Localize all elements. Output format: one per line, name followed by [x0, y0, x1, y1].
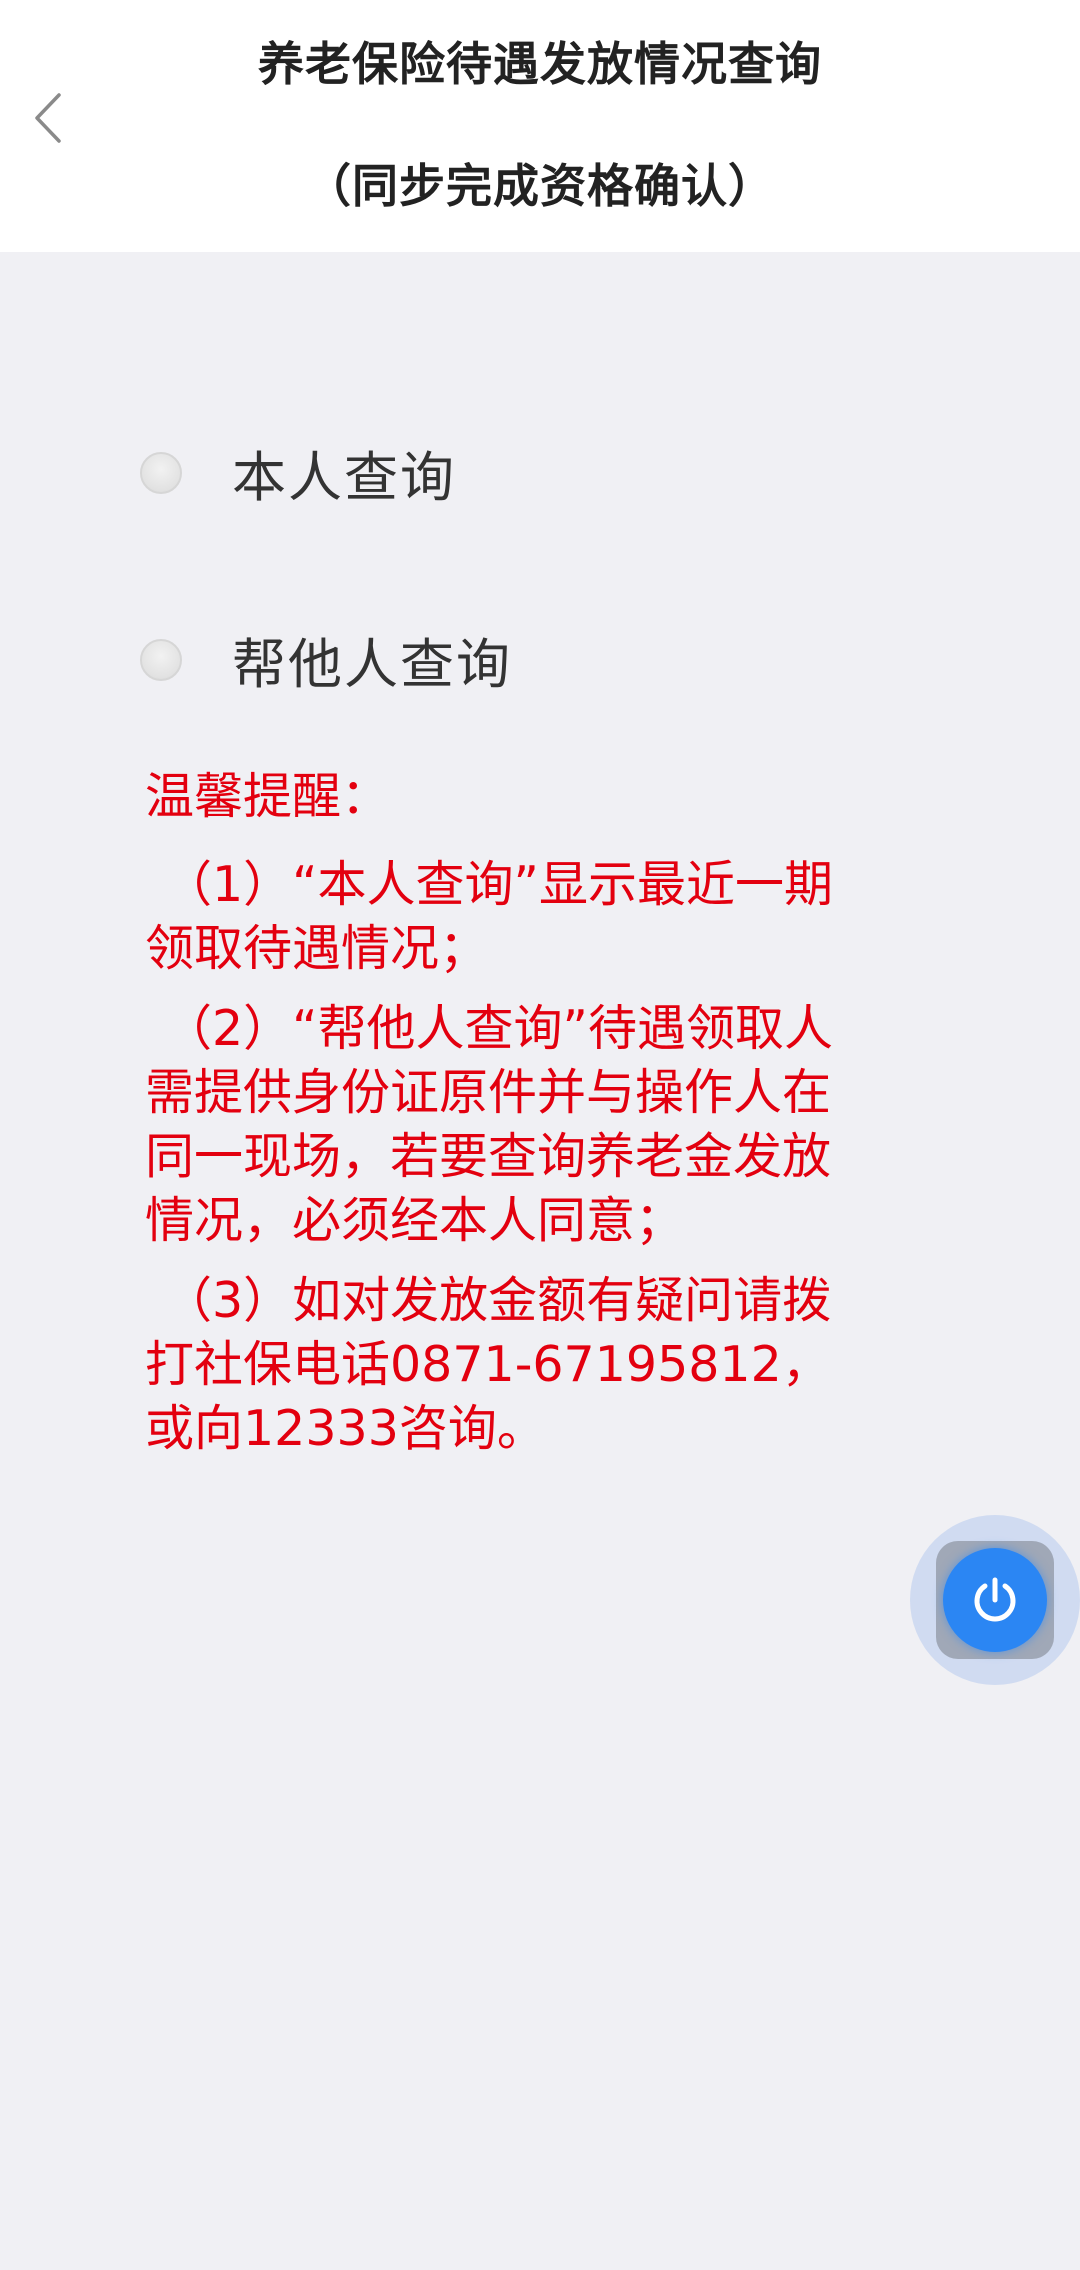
page-subtitle: （同步完成资格确认） [305, 159, 775, 213]
tip-item: （1）“本人查询”显示最近一期领取待遇情况； [145, 856, 833, 977]
power-icon [974, 1577, 1016, 1622]
floating-button-core [943, 1548, 1047, 1652]
tip-item: （2）“帮他人查询”待遇领取人需提供身份证原件并与操作人在同一现场，若要查询养老… [145, 1000, 833, 1249]
tips-section: 温馨提醒： （1）“本人查询”显示最近一期领取待遇情况； （2）“帮他人查询”待… [145, 765, 865, 1477]
tip-item: （3）如对发放金额有疑问请拨打社保电话0871-67195812，或向12333… [145, 1272, 832, 1457]
back-button[interactable] [18, 78, 78, 158]
radio-label: 帮他人查询 [232, 633, 512, 696]
header-bar: 养老保险待遇发放情况查询 （同步完成资格确认） [0, 0, 1080, 252]
tips-title: 温馨提醒： [145, 768, 391, 825]
radio-self-query[interactable]: 本人查询 [140, 433, 456, 512]
radio-others-query[interactable]: 帮他人查询 [140, 620, 512, 699]
floating-button-frame [936, 1541, 1054, 1659]
radio-label: 本人查询 [232, 446, 456, 509]
radio-button[interactable] [140, 451, 182, 494]
page-title: 养老保险待遇发放情况查询 [258, 37, 822, 91]
floating-power-button[interactable] [910, 1515, 1080, 1685]
chevron-left-icon [35, 93, 61, 143]
radio-button[interactable] [140, 638, 182, 681]
